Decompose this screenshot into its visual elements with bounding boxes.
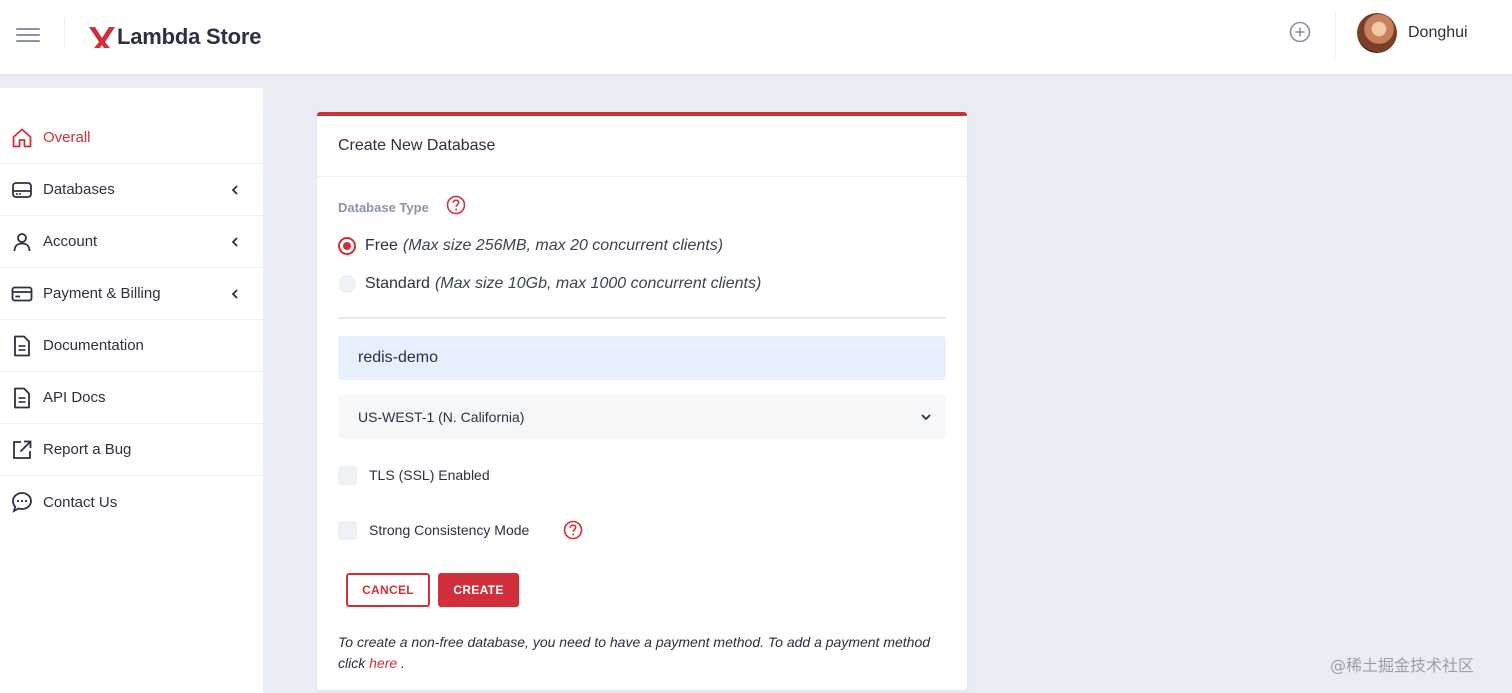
tls-label: TLS (SSL) Enabled [369, 467, 490, 483]
user-name[interactable]: Donghui [1408, 24, 1468, 42]
sidebar-item-label: Databases [43, 181, 115, 198]
sidebar-item-label: Payment & Billing [43, 285, 161, 302]
radio-free[interactable]: Free (Max size 256MB, max 20 concurrent … [338, 235, 723, 257]
chat-icon [12, 492, 32, 513]
database-type-label: Database Type [338, 200, 429, 215]
user-icon [13, 232, 31, 251]
radio-standard-name: Standard [365, 275, 430, 292]
sidebar-item-account[interactable]: Account [0, 216, 263, 268]
divider [64, 18, 65, 48]
sidebar-item-report-bug[interactable]: Report a Bug [0, 424, 263, 476]
sidebar-item-label: Report a Bug [43, 441, 132, 458]
home-icon [12, 128, 32, 147]
radio-button-unchecked[interactable] [338, 275, 356, 293]
sidebar-item-label: Contact Us [43, 493, 118, 511]
watermark: @稀土掘金技术社区 [1330, 656, 1475, 675]
chevron-left-icon [231, 184, 238, 195]
payment-method-link[interactable]: here [369, 655, 397, 671]
radio-button-checked[interactable] [338, 237, 356, 255]
cancel-button[interactable]: CANCEL [346, 573, 430, 607]
hamburger-icon[interactable] [16, 26, 42, 44]
payment-note-text: To create a non-free database, you need … [338, 634, 931, 671]
radio-standard[interactable]: Standard (Max size 10Gb, max 1000 concur… [338, 273, 761, 295]
sidebar-item-databases[interactable]: Databases [0, 164, 263, 216]
database-icon [12, 181, 32, 198]
sidebar-item-label: Overall [43, 129, 91, 146]
app-logo[interactable]: Lambda Store [88, 22, 261, 52]
consistency-checkbox[interactable] [338, 520, 357, 540]
radio-standard-description: (Max size 10Gb, max 1000 concurrent clie… [434, 275, 762, 292]
chevron-left-icon [231, 236, 238, 247]
consistency-label: Strong Consistency Mode [369, 522, 530, 538]
tls-checkbox[interactable] [338, 465, 357, 485]
consistency-option[interactable]: Strong Consistency Mode [338, 519, 529, 541]
region-select[interactable]: US-WEST-1 (N. California) [338, 395, 946, 439]
help-icon[interactable] [446, 195, 466, 215]
create-database-card: Create New Database Database Type Free (… [317, 112, 967, 690]
document-icon [14, 335, 30, 356]
chevron-left-icon [231, 288, 238, 299]
sidebar-item-api-docs[interactable]: API Docs [0, 372, 263, 424]
plus-circle-icon[interactable] [1289, 21, 1311, 43]
help-icon[interactable] [563, 520, 583, 540]
card-header: Create New Database [317, 116, 967, 177]
sidebar-item-overall[interactable]: Overall [0, 112, 263, 164]
database-name-input[interactable] [338, 336, 946, 380]
top-bar: Lambda Store Donghui [0, 0, 1512, 74]
sidebar-item-label: Account [43, 233, 98, 250]
avatar[interactable] [1357, 13, 1397, 53]
create-button[interactable]: CREATE [438, 573, 519, 607]
radio-free-description: (Max size 256MB, max 20 concurrent clien… [402, 237, 724, 254]
divider [1335, 12, 1336, 58]
region-select-value: US-WEST-1 (N. California) [358, 409, 525, 425]
document-icon [14, 387, 30, 408]
app-name: Lambda Store [117, 24, 262, 49]
payment-note: To create a non-free database, you need … [338, 632, 938, 674]
radio-free-name: Free [365, 237, 398, 254]
divider [338, 317, 946, 319]
credit-card-icon [11, 286, 33, 301]
sidebar-item-payment-billing[interactable]: Payment & Billing [0, 268, 263, 320]
sidebar-item-label: Documentation [43, 337, 144, 354]
sidebar-item-label: API Docs [43, 389, 106, 406]
tls-option[interactable]: TLS (SSL) Enabled [338, 464, 490, 486]
lambda-logo-icon [89, 27, 115, 48]
sidebar-item-documentation[interactable]: Documentation [0, 320, 263, 372]
sidebar: Overall Databases Account Payment & Bill… [0, 88, 263, 693]
external-link-icon [13, 440, 32, 459]
chevron-down-icon [921, 414, 931, 421]
payment-note-end: . [401, 655, 405, 671]
card-title: Create New Database [338, 137, 496, 154]
sidebar-item-contact-us[interactable]: Contact Us [0, 476, 263, 528]
